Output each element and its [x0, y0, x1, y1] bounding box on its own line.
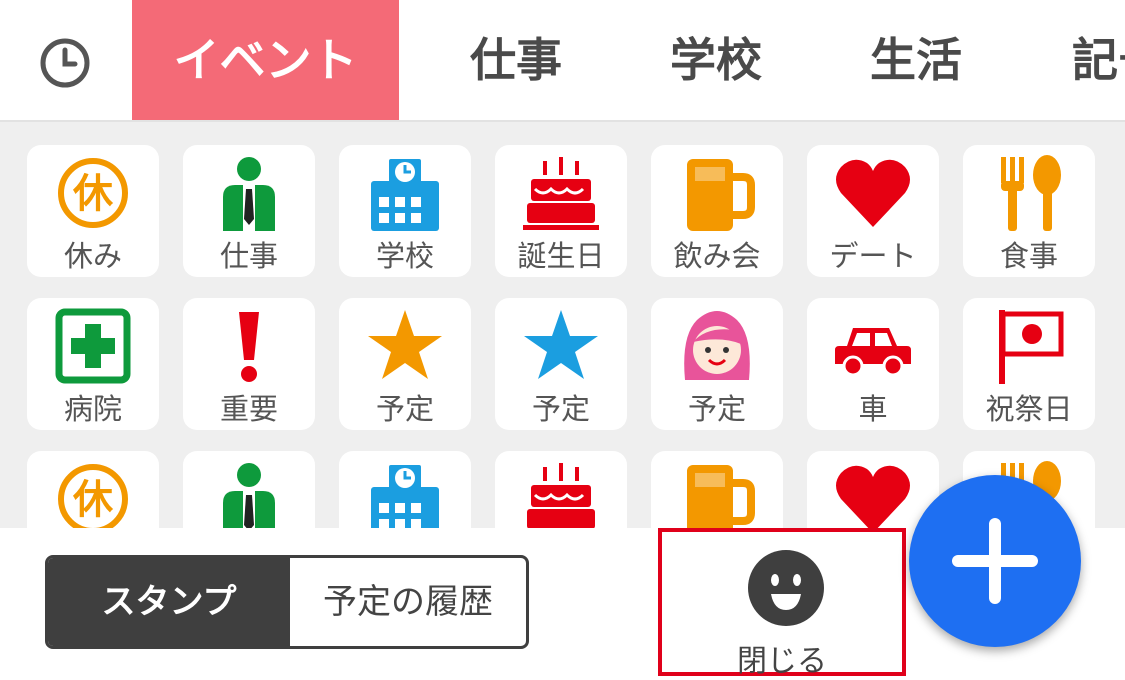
stamp-date[interactable]: デート: [807, 145, 939, 277]
stamp-work[interactable]: 仕事: [183, 145, 315, 277]
exclamation-icon: [239, 312, 259, 382]
close-label: 閉じる: [737, 644, 827, 679]
stamp-plan-orange[interactable]: 予定: [339, 298, 471, 430]
stamp-drinking[interactable]: [651, 451, 783, 528]
holiday-icon: 休: [58, 158, 128, 228]
star-orange-icon: [368, 310, 442, 379]
stamp-car[interactable]: 車: [807, 298, 939, 430]
star-blue-icon: [524, 310, 598, 379]
businessman-icon: [223, 157, 275, 231]
stamp-plan-girl[interactable]: 予定: [651, 298, 783, 430]
stamp-date[interactable]: [807, 451, 939, 528]
stamp-school[interactable]: 学校: [339, 145, 471, 277]
history-segment-button[interactable]: 予定の履歴: [290, 558, 526, 646]
add-event-fab[interactable]: [909, 475, 1081, 647]
stamp-label: 車: [858, 392, 888, 426]
stamp-grid: 休 休み 仕事 学校 誕生日 飲み会 デート 食事 病院 重要 予定 予定 予定…: [0, 122, 1125, 528]
tab-life[interactable]: 生活: [870, 0, 962, 120]
car-icon: [835, 328, 911, 377]
stamp-birthday[interactable]: [495, 451, 627, 528]
stamp-label: 食事: [999, 239, 1058, 273]
girl-face-icon: [684, 311, 750, 380]
stamp-label: 予定: [687, 392, 746, 426]
stamp-national-holiday[interactable]: 祝祭日: [963, 298, 1095, 430]
school-building-icon: [371, 465, 439, 528]
mode-segmented-control: スタンプ 予定の履歴: [45, 555, 529, 649]
beer-mug-icon: [687, 159, 755, 231]
tab-event[interactable]: イベント: [132, 0, 399, 120]
stamp-label: 予定: [375, 392, 434, 426]
stamp-label: デート: [829, 239, 917, 273]
stamp-label: 飲み会: [673, 239, 761, 273]
history-clock-icon[interactable]: [38, 36, 92, 90]
businessman-icon: [223, 463, 275, 528]
tab-school[interactable]: 学校: [670, 0, 762, 120]
beer-mug-icon: [687, 465, 755, 528]
holiday-icon: 休: [58, 464, 128, 528]
plus-icon: [952, 518, 1038, 604]
stamp-label: 予定: [531, 392, 590, 426]
stamp-label: 病院: [63, 392, 122, 426]
stamp-birthday[interactable]: 誕生日: [495, 145, 627, 277]
stamp-label: 学校: [375, 239, 434, 273]
stamps-segment-button[interactable]: スタンプ: [48, 558, 290, 646]
japan-flag-icon: [999, 310, 1064, 384]
stamp-meal[interactable]: 食事: [963, 145, 1095, 277]
stamp-important[interactable]: 重要: [183, 298, 315, 430]
stamp-label: 誕生日: [517, 239, 605, 273]
stamp-work[interactable]: [183, 451, 315, 528]
birthday-cake-icon: [523, 157, 599, 230]
stamp-holiday[interactable]: 休: [27, 451, 159, 528]
stamp-hospital[interactable]: 病院: [27, 298, 159, 430]
school-building-icon: [371, 159, 439, 231]
category-tab-bar: イベント 仕事 学校 生活 記号: [0, 0, 1125, 122]
tab-symbols[interactable]: 記号: [1072, 0, 1125, 120]
stamp-holiday[interactable]: 休 休み: [27, 145, 159, 277]
stamp-plan-blue[interactable]: 予定: [495, 298, 627, 430]
close-stamp-panel-button[interactable]: 閉じる: [658, 528, 906, 679]
stamp-label: 祝祭日: [985, 392, 1073, 426]
heart-icon: [836, 159, 910, 227]
stamp-label: 仕事: [219, 239, 278, 273]
birthday-cake-icon: [527, 463, 595, 528]
fork-spoon-icon: [1001, 155, 1061, 231]
hospital-cross-icon: [55, 308, 131, 384]
stamp-label: 休み: [63, 239, 122, 273]
stamp-drinking[interactable]: 飲み会: [651, 145, 783, 277]
smiley-face-icon: [748, 550, 824, 626]
svg-text:休: 休: [72, 171, 114, 217]
stamp-label: 重要: [219, 392, 278, 426]
heart-icon: [836, 465, 910, 528]
svg-text:休: 休: [72, 477, 114, 523]
stamp-school[interactable]: [339, 451, 471, 528]
tab-work[interactable]: 仕事: [470, 0, 562, 120]
